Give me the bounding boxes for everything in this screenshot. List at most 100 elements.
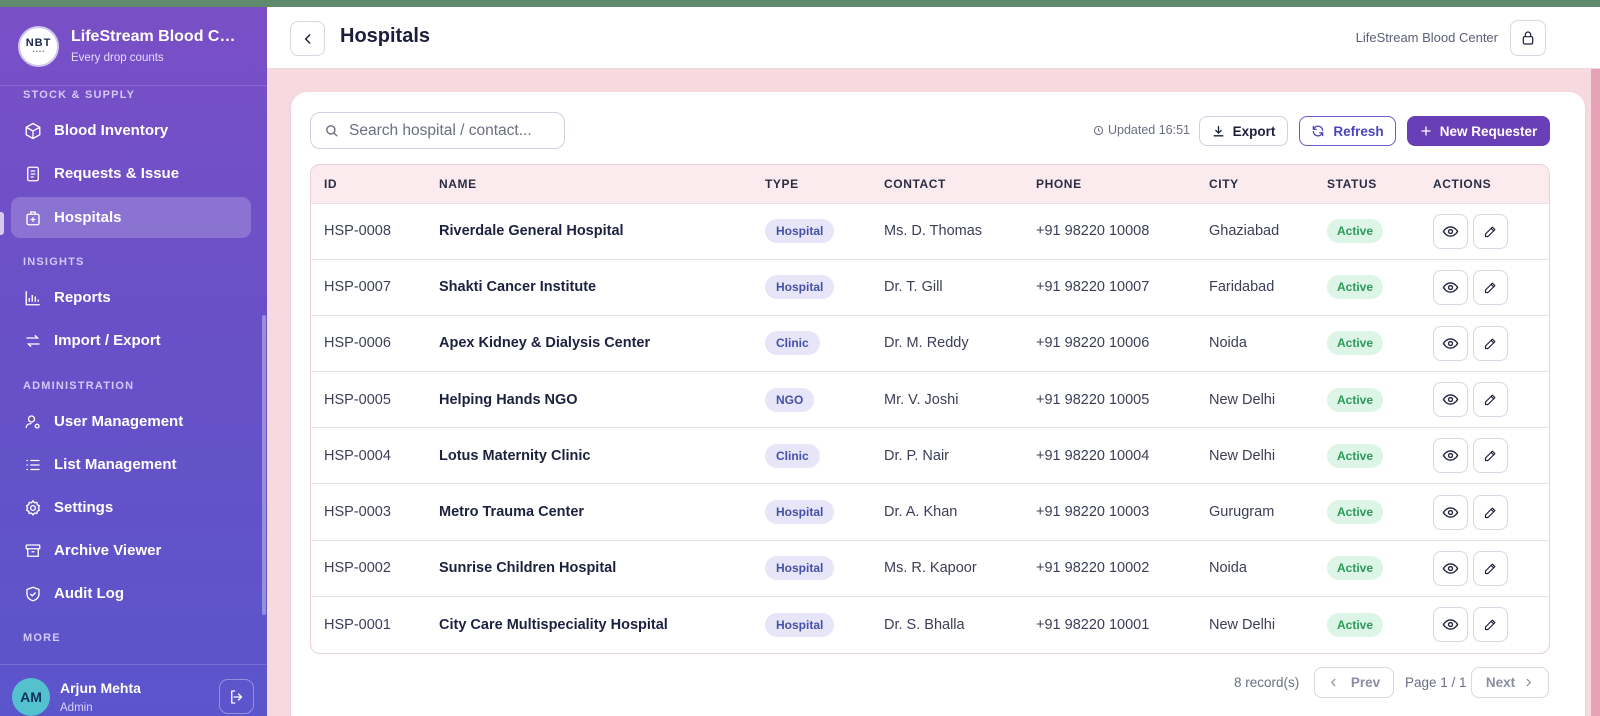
sidebar-item-blood-inventory[interactable]: Blood Inventory [11, 110, 251, 151]
gear-icon [25, 499, 41, 516]
column-header-contact[interactable]: CONTACT [871, 165, 1023, 203]
column-header-city[interactable]: CITY [1196, 165, 1314, 203]
view-button[interactable] [1433, 550, 1468, 586]
column-header-phone[interactable]: PHONE [1023, 165, 1196, 203]
cell-contact: Ms. D. Thomas [884, 223, 983, 240]
view-button[interactable] [1433, 213, 1468, 249]
sidebar-item-reports[interactable]: Reports [11, 277, 251, 318]
table-row[interactable]: HSP-0003 Metro Trauma Center Hospital Dr. A… [311, 483, 1549, 540]
page-scrollbar[interactable] [1591, 69, 1600, 716]
edit-button[interactable] [1473, 382, 1508, 418]
view-button[interactable] [1433, 269, 1468, 305]
table-row[interactable]: HSP-0005 Helping Hands NGO NGO Mr. V. Joshi… [311, 371, 1549, 428]
view-button[interactable] [1433, 494, 1468, 530]
sidebar-item-audit-log[interactable]: Audit Log [11, 573, 251, 614]
column-header-status[interactable]: STATUS [1314, 165, 1420, 203]
prev-page-button[interactable]: Prev [1314, 667, 1394, 698]
edit-button[interactable] [1473, 438, 1508, 474]
page-header: Hospitals LifeStream Blood Center [267, 7, 1600, 69]
section-more: MORE [23, 632, 61, 644]
cell-actions [1420, 484, 1549, 540]
sidebar-item-archive-viewer[interactable]: Archive Viewer [11, 530, 251, 571]
logo-subtext: • • • • [32, 48, 45, 55]
cell-status: Active [1314, 259, 1420, 315]
search-box[interactable] [310, 112, 565, 149]
active-indicator [0, 212, 4, 235]
eye-icon [1442, 450, 1459, 462]
sidebar-item-import-export[interactable]: Import / Export [11, 320, 251, 361]
next-page-button[interactable]: Next [1471, 667, 1549, 698]
cell-phone: +91 98220 10006 [1036, 335, 1150, 352]
sidebar-item-user-management[interactable]: User Management [11, 401, 251, 442]
cell-city: New Delhi [1209, 391, 1276, 408]
column-header-id[interactable]: ID [311, 165, 426, 203]
view-button[interactable] [1433, 438, 1468, 474]
status-badge: Active [1327, 331, 1384, 356]
sidebar-item-requests-issue[interactable]: Requests & Issue [11, 153, 251, 194]
new-requester-label: New Requester [1439, 123, 1538, 139]
sidebar-scrollbar[interactable] [262, 315, 266, 615]
hospitals-table: ID NAME TYPE CONTACT PHONE CITY STATUS A… [310, 164, 1550, 654]
logo-text: NBT [25, 36, 52, 49]
brand-logo: NBT • • • • [18, 25, 59, 67]
cell-actions [1420, 372, 1549, 428]
sidebar-item-label: Requests & Issue [54, 165, 180, 182]
sidebar-item-label: Hospitals [54, 209, 122, 226]
status-badge: Active [1327, 387, 1384, 412]
new-requester-button[interactable]: New Requester [1407, 116, 1550, 146]
table-row[interactable]: HSP-0002 Sunrise Children Hospital Hospita… [311, 540, 1549, 596]
brand[interactable]: NBT • • • • LifeStream Blood Center Ever… [0, 7, 267, 86]
plus-icon [1421, 126, 1431, 136]
column-header-name[interactable]: NAME [426, 165, 752, 203]
table-row[interactable]: HSP-0006 Apex Kidney & Dialysis Center Cli… [311, 315, 1549, 371]
cell-phone: +91 98220 10008 [1036, 223, 1150, 240]
updated-timestamp: Updated 16:51 [1093, 123, 1190, 137]
cell-city: Faridabad [1209, 279, 1275, 296]
cell-type: Hospital [752, 259, 871, 315]
cell-id: HSP-0004 [324, 447, 391, 464]
cell-contact: Dr. T. Gill [884, 279, 943, 296]
eye-icon [1442, 506, 1459, 518]
sidebar-item-hospitals[interactable]: Hospitals [11, 197, 251, 238]
pencil-icon [1484, 450, 1496, 462]
edit-button[interactable] [1473, 494, 1508, 530]
export-button[interactable]: Export [1199, 116, 1288, 146]
cell-phone: +91 98220 10003 [1036, 504, 1150, 521]
cell-contact: Dr. A. Khan [884, 504, 958, 521]
hospital-icon [26, 210, 40, 225]
view-button[interactable] [1433, 607, 1468, 643]
view-button[interactable] [1433, 325, 1468, 361]
sidebar-item-settings[interactable]: Settings [11, 487, 251, 528]
pencil-icon [1484, 226, 1496, 237]
pagination: 8 record(s) Prev Page 1 / 1 Next [291, 667, 1585, 699]
table-row[interactable]: HSP-0008 Riverdale General Hospital Hospit… [311, 203, 1549, 259]
table-row[interactable]: HSP-0001 City Care Multispeciality Hospit… [311, 596, 1549, 652]
edit-button[interactable] [1473, 550, 1508, 586]
pencil-icon [1484, 282, 1496, 293]
cell-city: New Delhi [1209, 616, 1276, 633]
sidebar-item-label: User Management [54, 413, 184, 430]
table-row[interactable]: HSP-0004 Lotus Maternity Clinic Clinic Dr. … [311, 427, 1549, 484]
view-button[interactable] [1433, 382, 1468, 418]
cell-id: HSP-0003 [324, 504, 391, 521]
column-header-type[interactable]: TYPE [752, 165, 871, 203]
refresh-button[interactable]: Refresh [1299, 116, 1396, 146]
cell-id: HSP-0007 [324, 279, 391, 296]
section-stock-supply: STOCK & SUPPLY [23, 89, 136, 101]
avatar[interactable]: AM [12, 678, 50, 716]
edit-button[interactable] [1473, 213, 1508, 249]
lock-button[interactable] [1510, 20, 1546, 56]
table-row[interactable]: HSP-0007 Shakti Cancer Institute Hospital D… [311, 259, 1549, 315]
pencil-icon [1484, 338, 1496, 350]
logout-button[interactable] [219, 679, 254, 714]
search-input[interactable] [349, 121, 549, 140]
back-button[interactable] [290, 21, 325, 56]
edit-button[interactable] [1473, 269, 1508, 305]
section-insights: INSIGHTS [23, 256, 85, 268]
cell-name: Lotus Maternity Clinic [439, 447, 591, 464]
edit-button[interactable] [1473, 607, 1508, 643]
edit-button[interactable] [1473, 325, 1508, 361]
sidebar-item-list-management[interactable]: List Management [11, 444, 251, 485]
pencil-icon [1484, 619, 1496, 631]
cell-status: Active [1314, 540, 1420, 596]
